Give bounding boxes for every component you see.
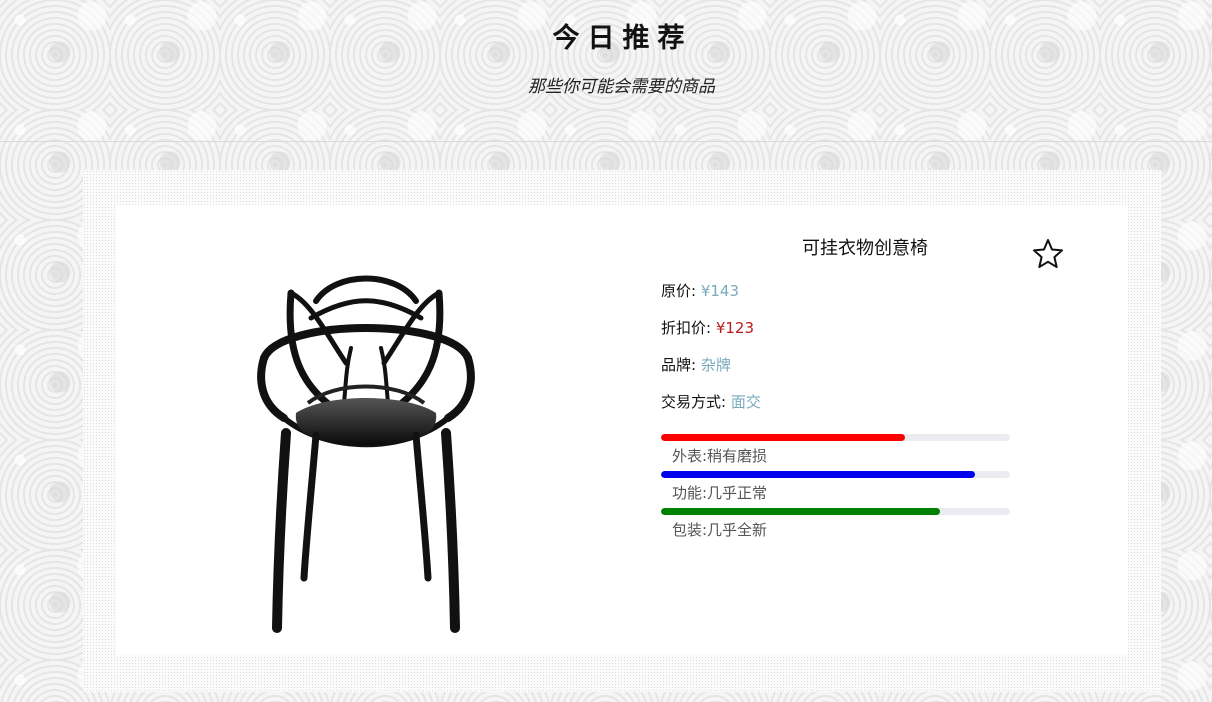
chair-icon[interactable] xyxy=(256,263,476,633)
page-subtitle: 那些你可能会需要的商品 xyxy=(528,77,715,97)
discount-price-row: 折扣价: ¥123 xyxy=(661,317,754,338)
condition-bar-function xyxy=(661,471,976,478)
trade-method-row: 交易方式: 面交 xyxy=(661,391,761,412)
trade-method-value: 面交 xyxy=(730,393,761,411)
product-card[interactable]: 可挂衣物创意椅 原价: ¥143 折扣价: ¥123 品牌: 杂牌 交易方式: … xyxy=(116,205,1128,655)
brand-value: 杂牌 xyxy=(700,356,731,374)
condition-label-packaging: 包装:几乎全新 xyxy=(672,521,768,539)
condition-label-function: 功能:几乎正常 xyxy=(672,484,768,502)
discount-price-label: 折扣价: xyxy=(661,319,712,337)
page-title: 今日推荐 xyxy=(552,23,693,54)
recommendation-card: 可挂衣物创意椅 原价: ¥143 折扣价: ¥123 品牌: 杂牌 交易方式: … xyxy=(83,170,1161,692)
condition-track xyxy=(661,471,1010,478)
star-outline-icon[interactable] xyxy=(1031,237,1065,271)
discount-price-value: ¥123 xyxy=(715,319,755,337)
brand-label: 品牌: xyxy=(661,356,697,374)
original-price-row: 原价: ¥143 xyxy=(661,280,739,301)
condition-bar-packaging xyxy=(661,508,941,515)
condition-track xyxy=(661,508,1010,515)
original-price-value: ¥143 xyxy=(700,282,740,300)
trade-method-label: 交易方式: xyxy=(661,393,727,411)
header-divider xyxy=(0,141,1212,142)
original-price-label: 原价: xyxy=(661,282,697,300)
product-title[interactable]: 可挂衣物创意椅 xyxy=(802,234,928,260)
condition-label-appearance: 外表:稍有磨损 xyxy=(672,447,768,465)
brand-row: 品牌: 杂牌 xyxy=(661,354,731,375)
header: 今日推荐 那些你可能会需要的商品 xyxy=(0,0,1212,142)
condition-track xyxy=(661,434,1010,441)
condition-bar-appearance xyxy=(661,434,906,441)
